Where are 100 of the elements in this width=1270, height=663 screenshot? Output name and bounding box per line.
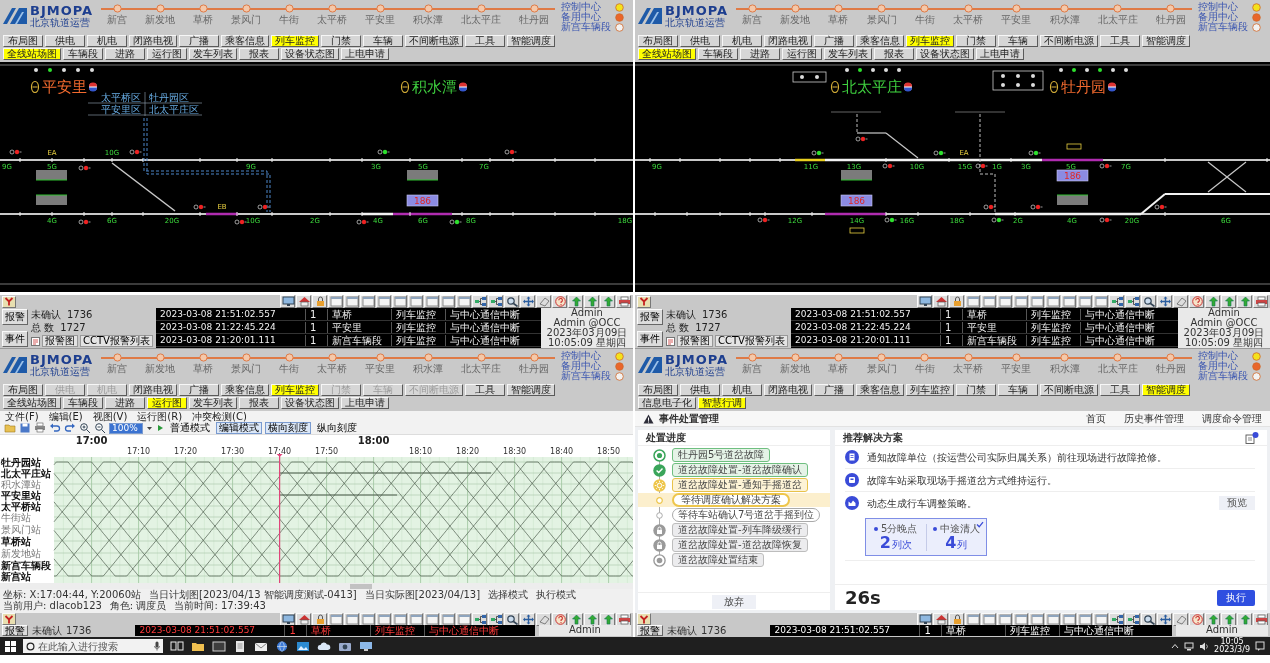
toolbar-button[interactable] [1061,613,1076,626]
toolbar-button[interactable] [1109,613,1124,626]
toolbar-button[interactable] [1125,295,1140,308]
strategy-option[interactable]: 5分晚点 2列次 中途清人 4列 [865,518,987,556]
toolbar-button[interactable] [1141,295,1156,308]
nav-button[interactable]: 报表 [874,48,914,60]
nav-button[interactable]: 智能调度 [1142,35,1190,47]
nav-button[interactable]: 机电 [87,35,127,47]
toolbar-button[interactable] [520,613,535,626]
nav-button[interactable]: 不间断电源 [1040,35,1098,47]
nav-button[interactable]: 设备状态图 [281,397,339,409]
nav-button[interactable]: 智能调度 [507,384,555,396]
nav-button[interactable]: 列车监控 [271,384,319,396]
nav-button[interactable]: 乘客信息 [856,384,904,396]
mode-button[interactable]: 普通模式 [167,422,213,434]
toolbar-button[interactable] [408,613,423,626]
toolbar-button[interactable] [472,613,487,626]
nav-button[interactable]: 列车监控 [271,35,319,47]
nav-button[interactable]: 不间断电源 [1040,384,1098,396]
nav-button[interactable]: 智慧行调 [698,397,746,409]
toolbar-button[interactable] [456,613,471,626]
toolbar-button[interactable] [424,613,439,626]
nav-button[interactable]: 发车列表 [189,48,237,60]
menu-item[interactable]: 冲突检测(C) [192,411,247,422]
menu-item[interactable]: 运行图(R) [137,411,183,422]
menu-item[interactable]: 文件(F) [5,411,39,422]
nav-button[interactable]: 布局图 [638,35,678,47]
menu-item[interactable]: 编辑(E) [48,411,83,422]
nav-button[interactable]: 闭路电视 [129,35,177,47]
nav-button[interactable]: 设备状态图 [281,48,339,60]
toolbar-button[interactable] [1045,613,1060,626]
nav-button[interactable]: 设备状态图 [916,48,974,60]
nav-button[interactable]: 工具 [1100,384,1140,396]
nav-button[interactable]: 发车列表 [189,397,237,409]
nav-button[interactable]: 车辆段 [63,397,103,409]
small-button[interactable]: 报警图 [677,335,713,347]
nav-button[interactable]: 智能调度 [507,35,555,47]
nav-button[interactable]: 全线站场图 [638,48,696,60]
nav-button[interactable]: 不间断电源 [405,35,463,47]
header-link[interactable]: 首页 [1086,413,1106,424]
nav-button[interactable]: 信息电子化 [638,397,696,409]
nav-button[interactable]: 全线站场图 [3,48,61,60]
nav-button[interactable]: 列车监控 [906,35,954,47]
nav-button[interactable]: 运行图 [782,48,822,60]
toolbar-button[interactable] [1029,613,1044,626]
taskbar-app-button[interactable] [170,639,184,653]
nav-button[interactable]: 广播 [814,35,854,47]
toolbar-button[interactable] [917,613,932,626]
alarm-button[interactable]: 事件 [2,331,28,347]
toolbar-button[interactable] [1109,295,1124,308]
toolbar-button[interactable] [504,613,519,626]
toolbar-button[interactable] [328,613,343,626]
toolbar-button[interactable] [917,295,932,308]
alarm-button[interactable]: 报警 [637,625,663,636]
nav-button[interactable]: 进路 [105,397,145,409]
alarm-button[interactable]: 报警 [637,309,663,325]
alarm-button[interactable]: 事件 [637,331,663,347]
toolbar-button[interactable] [1013,613,1028,626]
small-button[interactable]: CCTV报警列表 [715,335,788,347]
nav-button[interactable]: 进路 [105,48,145,60]
toolbar-button[interactable] [981,613,996,626]
toolbar-button[interactable] [440,613,455,626]
nav-button[interactable]: 布局图 [3,35,43,47]
toolbar-button[interactable] [376,613,391,626]
mode-button[interactable]: 编辑模式 [216,422,262,434]
nav-button[interactable]: 工具 [465,35,505,47]
toolbar-button[interactable] [296,613,311,626]
alarm-button[interactable]: 报警 [2,309,28,325]
nav-button[interactable]: 报表 [239,48,279,60]
scrollbar-thumb[interactable] [350,583,372,589]
nav-button[interactable]: 工具 [465,384,505,396]
toolbar-button[interactable] [488,613,503,626]
small-button[interactable]: CCTV报警列表 [80,335,153,347]
nav-button[interactable]: 车辆段 [63,48,103,60]
toolbar-button[interactable] [1093,613,1108,626]
header-link[interactable]: 历史事件管理 [1124,413,1184,424]
nav-button[interactable]: 车辆 [363,35,403,47]
nav-button[interactable]: 门禁 [956,35,996,47]
abandon-button[interactable]: 放弃 [712,594,756,609]
toolbar-button[interactable] [280,613,295,626]
toolbar-button[interactable] [949,613,964,626]
toolbar-button[interactable] [1077,613,1092,626]
nav-button[interactable]: 供电 [45,35,85,47]
nav-button[interactable]: 工具 [1100,35,1140,47]
nav-button[interactable]: 机电 [722,35,762,47]
nav-button[interactable]: 门禁 [321,35,361,47]
toolbar-button[interactable] [1157,295,1172,308]
nav-button[interactable]: 进路 [740,48,780,60]
nav-button[interactable]: 运行图 [147,397,187,409]
nav-button[interactable]: 乘客信息 [221,384,269,396]
mode-button[interactable]: 横向刻度 [265,422,311,434]
preview-button[interactable]: 预览 [1219,496,1255,510]
nav-button[interactable]: 广播 [179,384,219,396]
toolbar-button[interactable] [1157,613,1172,626]
toolbar-button[interactable] [296,295,311,308]
nav-button[interactable]: 闭路电视 [764,35,812,47]
toolbar-button[interactable] [488,295,503,308]
execute-button[interactable]: 执行 [1217,589,1255,606]
nav-button[interactable]: 运行图 [147,48,187,60]
nav-button[interactable]: 闭路电视 [764,384,812,396]
